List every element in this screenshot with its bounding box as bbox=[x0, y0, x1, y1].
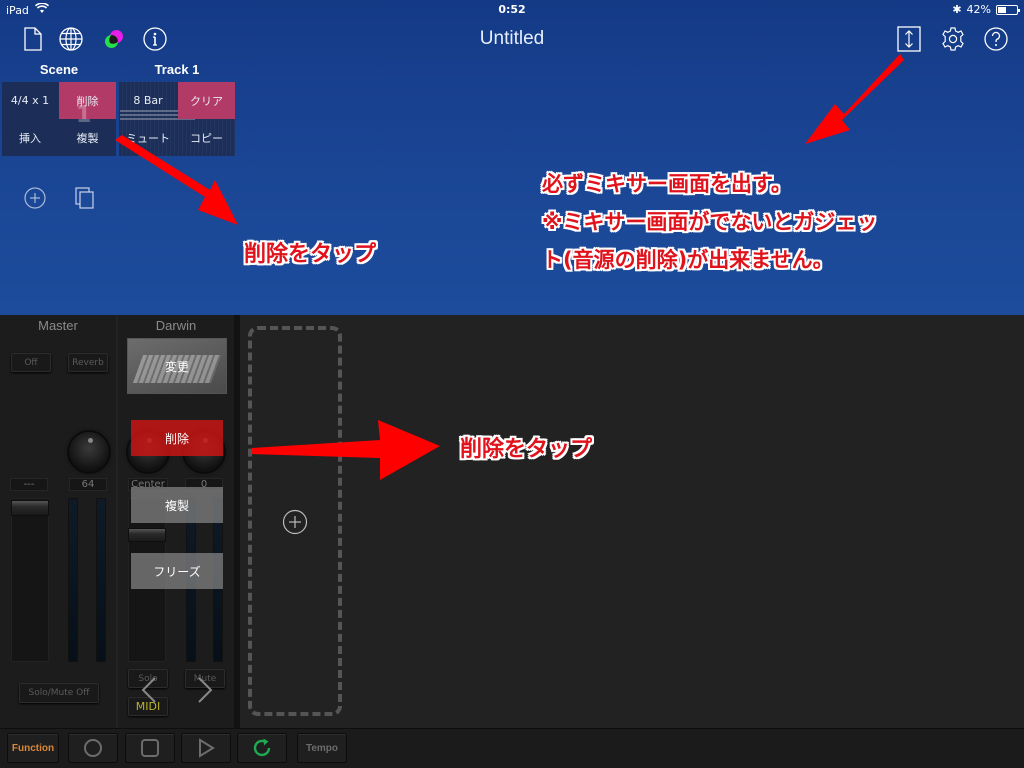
annotation-mixer-note-1: 必ずミキサー画面を出す。 bbox=[542, 172, 792, 196]
master-meter-left bbox=[68, 498, 78, 662]
master-reverb-button[interactable]: Reverb bbox=[68, 353, 108, 372]
master-fader-handle[interactable] bbox=[11, 500, 49, 516]
annotation-mixer-note-2: ※ミキサー画面がでないとガジェッ bbox=[542, 210, 878, 234]
help-icon[interactable] bbox=[983, 26, 1009, 52]
solo-mute-off-button[interactable]: Solo/Mute Off bbox=[19, 683, 99, 703]
loop-icon bbox=[253, 738, 271, 757]
tempo-button[interactable]: Tempo bbox=[297, 733, 347, 763]
resize-vertical-icon[interactable] bbox=[896, 26, 922, 52]
play-button[interactable] bbox=[181, 733, 231, 763]
document-title: Untitled bbox=[479, 28, 545, 49]
master-meter-right bbox=[96, 498, 106, 662]
battery-percent: 42% bbox=[966, 3, 991, 16]
master-volume-knob[interactable] bbox=[67, 430, 111, 474]
delete-instrument-button[interactable]: 削除 bbox=[131, 420, 223, 456]
add-scene-icon[interactable] bbox=[22, 185, 48, 211]
freeze-track-button[interactable]: フリーズ bbox=[131, 553, 223, 589]
scene-insert-button[interactable]: 挿入 bbox=[2, 120, 58, 156]
arrow-annotation-top-right bbox=[805, 54, 904, 144]
arrow-annotation-bottom bbox=[252, 420, 440, 480]
battery-icon bbox=[996, 4, 1020, 15]
gear-icon[interactable] bbox=[940, 26, 966, 52]
track-label: Track 1 bbox=[154, 62, 200, 77]
master-readout-right: 64 bbox=[69, 478, 107, 491]
add-track-icon[interactable] bbox=[282, 509, 308, 539]
stop-button[interactable] bbox=[125, 733, 175, 763]
chevron-right-icon[interactable] bbox=[196, 676, 214, 708]
master-readout-left: --- bbox=[10, 478, 48, 491]
track-clear-button[interactable]: クリア bbox=[178, 82, 235, 119]
change-instrument-button[interactable]: 変更 bbox=[127, 356, 227, 376]
bluetooth-icon: ✱ bbox=[952, 3, 962, 16]
duplicate-scene-icon[interactable] bbox=[72, 185, 98, 211]
darwin-fader-handle[interactable] bbox=[128, 528, 166, 542]
scene-time-signature[interactable]: 4/4 x 1 bbox=[2, 82, 58, 119]
arrow-annotation-top-left bbox=[115, 135, 238, 225]
annotation-tap-delete-bottom: 削除をタップ bbox=[460, 437, 593, 462]
strip-divider bbox=[234, 315, 240, 728]
annotation-tap-delete-top: 削除をタップ bbox=[244, 242, 377, 267]
scene-duplicate-button[interactable]: 複製 bbox=[59, 120, 116, 156]
status-bar: iPad 0:52 ✱ 42% bbox=[0, 0, 1024, 20]
track-length[interactable]: 8 Bar bbox=[119, 82, 177, 119]
stop-icon bbox=[141, 739, 159, 757]
master-strip-label: Master bbox=[38, 318, 78, 333]
loop-button[interactable] bbox=[237, 733, 287, 763]
clock: 0:52 bbox=[498, 3, 526, 16]
annotation-mixer-note-3: ト(音源の削除)が出来ません。 bbox=[542, 248, 834, 272]
record-button[interactable] bbox=[68, 733, 118, 763]
chevron-left-icon[interactable] bbox=[140, 676, 158, 708]
play-icon bbox=[199, 738, 215, 758]
function-button[interactable]: Function bbox=[7, 733, 59, 763]
darwin-strip-label: Darwin bbox=[155, 318, 197, 333]
scene-label: Scene bbox=[39, 62, 79, 77]
master-fader-track[interactable] bbox=[11, 498, 49, 662]
record-icon bbox=[84, 739, 102, 757]
master-off-button[interactable]: Off bbox=[11, 353, 51, 372]
duplicate-track-button[interactable]: 複製 bbox=[131, 487, 223, 523]
